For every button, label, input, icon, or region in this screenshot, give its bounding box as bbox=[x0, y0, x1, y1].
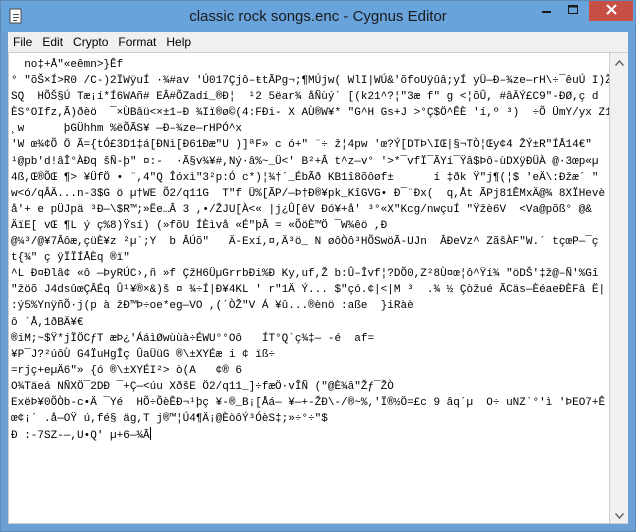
menu-format[interactable]: Format bbox=[113, 32, 161, 52]
close-icon bbox=[605, 2, 617, 20]
text-line: ¥P¯J?²úôÙ G4ÏuHgÎç ÛaÜüG ®\±XYÉæ i ¢ ïß÷ bbox=[11, 348, 276, 361]
window-bottom-border[interactable] bbox=[1, 524, 635, 531]
menu-help[interactable]: Help bbox=[161, 32, 196, 52]
menu-edit[interactable]: Edit bbox=[37, 32, 68, 52]
text-line: no‡+Å"«eêmn>}Êf bbox=[11, 59, 124, 71]
text-line: ÈS°OIfz,Ã)ðèö ¯×ÙBâü<×±1–Ð ¾Iï®ø©(4:FÐi-… bbox=[11, 107, 610, 120]
text-line: 4ß,Œ®ÕŒ ¶> ¥ÜfÖ • ¨,4"Q Îóxì"3²p:Ó c*)¦¾… bbox=[11, 171, 599, 184]
text-line: O¾Täeá NÑXÖ¯2DÐ ¯+Ç—<úu XðšE Ö2/q11_]÷fæ… bbox=[11, 380, 394, 393]
text-line: ô ´Å,1ðBÄ¥€ bbox=[11, 316, 84, 329]
text-line: ®iM;~$Ÿ*jÏÖCƒT æÞ¿'ÁáìØwùùà÷ÉWU°°Oô ÍT°Q… bbox=[11, 332, 375, 345]
text-line: 'W œ¾¢Õ Ö Ã={tÓ£3D1‡á[ÐNì[Ð61Ðæ"U )]ªF» … bbox=[11, 139, 592, 152]
menu-bar: File Edit Crypto Format Help bbox=[8, 32, 628, 52]
text-line: ° "õŠ×Í>R0 /C-)2ÏWÿuÍ ·¾#av 'Ú017Çjô–ŧtÃ… bbox=[11, 75, 610, 88]
text-line: ^L Ð¤Ðlâ¢ «ô —ÞyRÚC›,ñ »f ÇžH6ÜµGrrbÐi%Ð… bbox=[11, 268, 599, 281]
scroll-down-icon bbox=[614, 506, 624, 524]
minimize-icon bbox=[541, 2, 552, 20]
text-line: =rjç+eµÄ6"» {ó ®\±XYÉI²> ò(A ¢® 6 bbox=[11, 364, 243, 377]
scroll-up-button[interactable] bbox=[610, 53, 628, 70]
title-bar[interactable]: classic rock songs.enc - Cygnus Editor bbox=[1, 1, 635, 31]
text-line: "žöõ J4dsûœÇÂÉq Û¹¥®×&)š ¤ ¾÷Í|Ð¥4KL ' r… bbox=[11, 284, 606, 297]
text-line: å'+ e pÜJpä ³Ð—\$R™;»Ëe…Â 3 ,•/ŽJU[À<« |… bbox=[11, 203, 592, 216]
text-line: œ¢¡´ .å—OŸ ú,fé§ äg,T j®™¦Ú4¶Ä¡@ÈòôÝ³ÓèS… bbox=[11, 413, 328, 426]
editor-content[interactable]: no‡+Å"«eêmn>}Êf ° "õŠ×Í>R0 /C-)2ÏWÿuÍ ·¾… bbox=[9, 53, 609, 444]
text-caret bbox=[149, 427, 151, 441]
text-line: ÄïE[ vŒ ¶L ý ç%8)Ÿsí) (»fõU ÍÈìvå «É"þÂ … bbox=[11, 219, 388, 232]
text-line: t{¾" ç ÿÏÏÍÅÈq ®ï" bbox=[11, 252, 130, 265]
vertical-scrollbar[interactable] bbox=[610, 52, 628, 524]
text-line: Ð :-7SZ-—,U•Q' µ+6—¾Ã bbox=[11, 430, 150, 443]
maximize-icon bbox=[568, 2, 579, 20]
text-line: SQ HÕŠ§Ú Tæ¡í*Í6WAñ# EÂ#ÕZadí_®Ð¦ ¹2 5ëa… bbox=[11, 91, 599, 104]
scroll-up-icon bbox=[614, 53, 624, 71]
menu-file[interactable]: File bbox=[8, 32, 37, 52]
editor-window: classic rock songs.enc - Cygnus Editor F… bbox=[0, 0, 636, 532]
text-line: ¹@pb'd!âÎ°ÀÐq šÑ-þ" ¤:- ·Ã§v¾¥#,Ný·â%~_Ü… bbox=[11, 155, 599, 168]
text-line: w<ó/qÂÄ...n-3$G ö µ†WE Õ2/q11G T"f Ü%[ÃP… bbox=[11, 187, 606, 200]
text-line: :ý5%YnÿñÕ·j(p à žÐ™Þ÷oe*eg—VO ,(´ÒŽ"V Á … bbox=[11, 300, 414, 313]
menu-crypto[interactable]: Crypto bbox=[68, 32, 113, 52]
text-line: @¼³/@¥7Âôæ,çüÈ¥z ²µ`;Y b ÂÚõ" Ä-Exí,¤,Ä³… bbox=[11, 236, 599, 249]
text-line: ExëÞ¥0ÕÒb-c•Ä ¯Yé HÕ÷ÕèÊÐ¬¹þç ¥-®_B¡[Åá—… bbox=[11, 396, 606, 409]
maximize-button[interactable] bbox=[560, 1, 587, 21]
text-line: ¸w þGÜhhm %ëÕÃS¥ —Ð–¾ze—rHPÓ^x bbox=[11, 123, 243, 136]
minimize-button[interactable] bbox=[533, 1, 560, 21]
close-button[interactable] bbox=[589, 1, 633, 21]
text-editor[interactable]: no‡+Å"«eêmn>}Êf ° "õŠ×Í>R0 /C-)2ÏWÿuÍ ·¾… bbox=[8, 52, 610, 524]
scroll-track[interactable] bbox=[610, 70, 628, 506]
scroll-down-button[interactable] bbox=[610, 506, 628, 523]
